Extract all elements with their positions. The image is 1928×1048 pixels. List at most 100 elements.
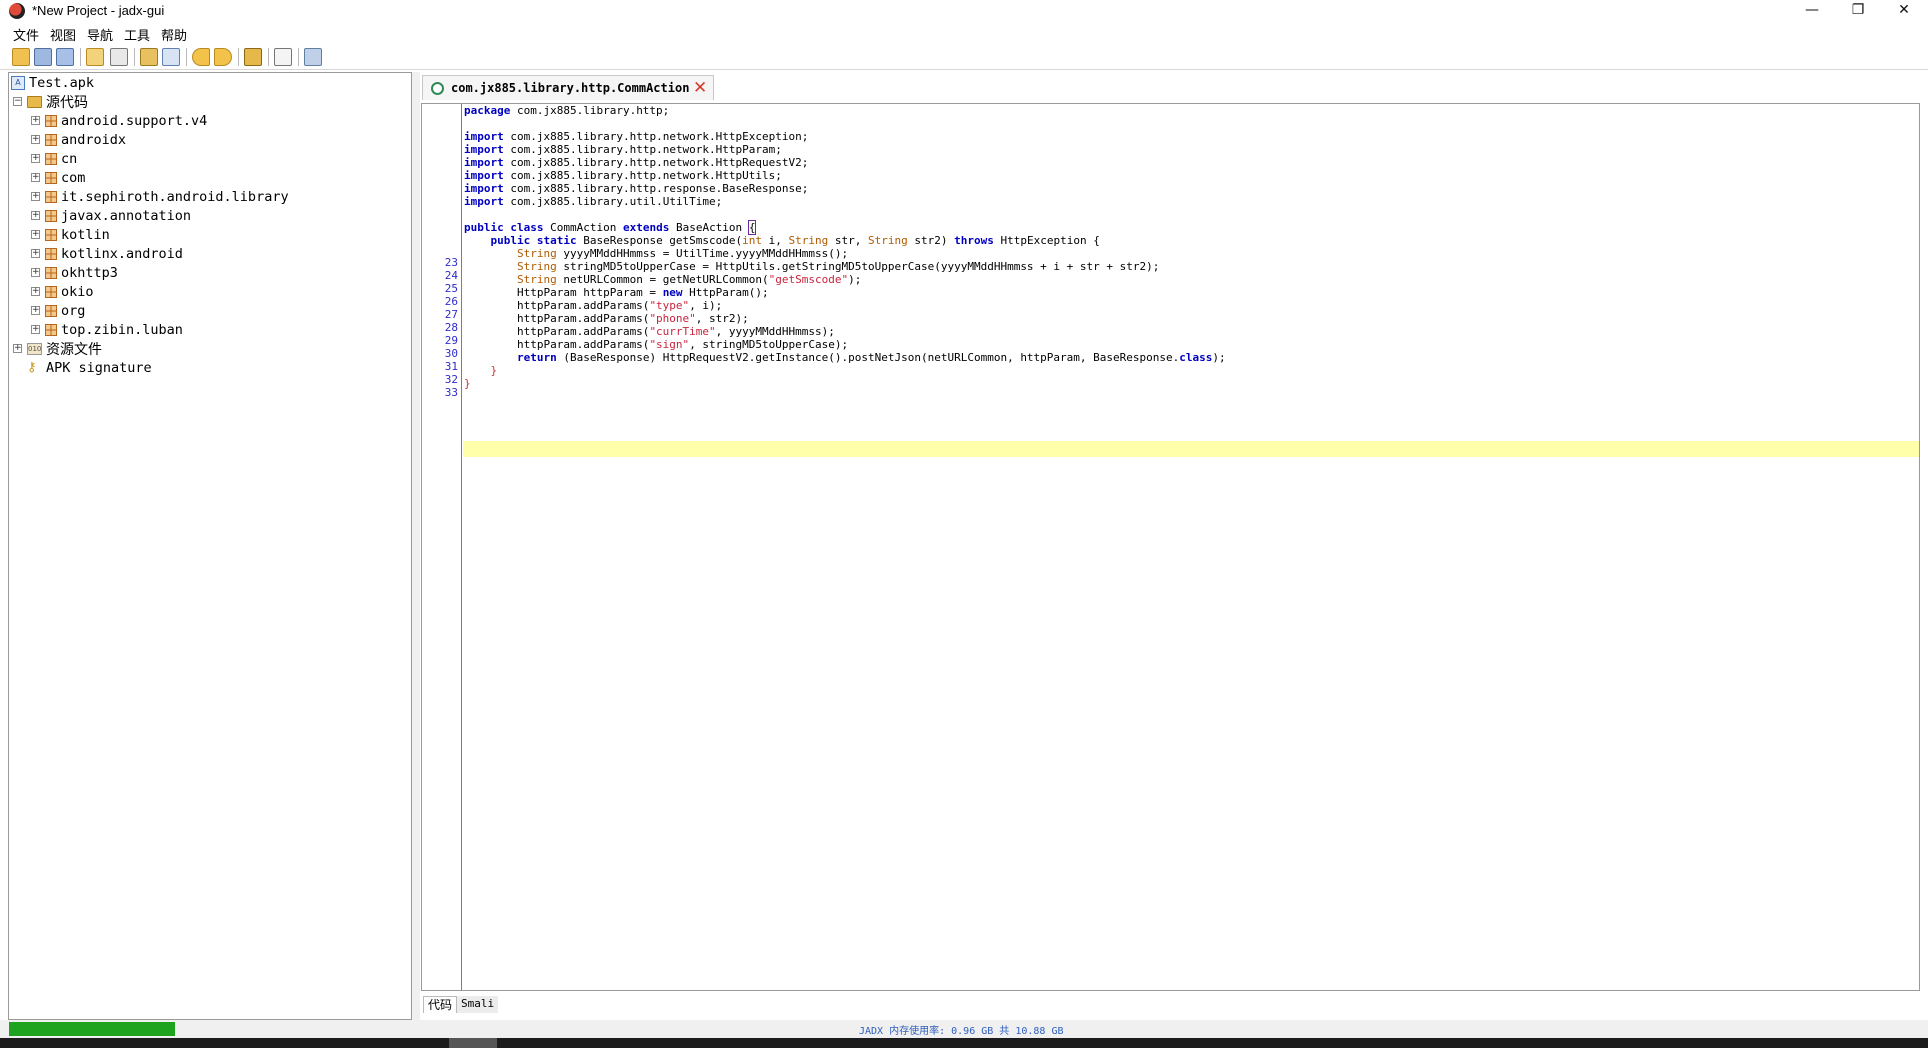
tree-item-package[interactable]: + okhttp3: [31, 263, 118, 282]
resources-icon: 010: [27, 342, 42, 355]
log-icon[interactable]: [274, 48, 292, 66]
close-window-button[interactable]: ✕: [1881, 0, 1927, 22]
toolbar-separator: [298, 48, 299, 66]
preferences-icon[interactable]: [304, 48, 322, 66]
menu-bar: 文件 视图 导航 工具 帮助: [0, 22, 1928, 44]
tab-title: com.jx885.library.http.CommAction: [451, 81, 690, 95]
minimize-button[interactable]: —: [1789, 0, 1835, 22]
current-line-highlight: [463, 441, 1919, 457]
menu-file[interactable]: 文件: [13, 25, 39, 44]
tab-smali[interactable]: Smali: [457, 996, 499, 1013]
expand-icon[interactable]: +: [31, 173, 40, 182]
expand-icon[interactable]: +: [31, 116, 40, 125]
expand-icon[interactable]: +: [13, 344, 22, 353]
expand-icon[interactable]: +: [31, 268, 40, 277]
expand-icon[interactable]: +: [31, 287, 40, 296]
expand-icon[interactable]: +: [31, 325, 40, 334]
menu-tools[interactable]: 工具: [124, 25, 150, 44]
taskbar-active-item[interactable]: [449, 1038, 497, 1048]
tree-item-package[interactable]: + okio: [31, 282, 94, 301]
menu-help[interactable]: 帮助: [161, 25, 187, 44]
os-taskbar: [0, 1038, 1928, 1048]
tree-item-label: cn: [61, 150, 78, 167]
tree-item-package[interactable]: + org: [31, 301, 85, 320]
code-line: }: [464, 377, 471, 390]
tree-item-label: APK signature: [46, 359, 152, 376]
tree-item-label: Test.apk: [29, 74, 95, 91]
package-icon: [45, 228, 57, 241]
forward-icon[interactable]: [214, 48, 232, 66]
expand-icon[interactable]: +: [31, 249, 40, 258]
tree-item-label: org: [61, 302, 86, 319]
find-icon[interactable]: [162, 48, 180, 66]
tree-item-resources[interactable]: + 010 资源文件: [13, 339, 102, 358]
editor-tab[interactable]: com.jx885.library.http.CommAction ✕: [422, 75, 714, 100]
tab-code[interactable]: 代码: [423, 996, 458, 1013]
add-files-icon[interactable]: [34, 48, 52, 66]
tree-item-package[interactable]: + kotlinx.android: [31, 244, 183, 263]
menu-navigate[interactable]: 导航: [87, 25, 113, 44]
save-all-icon[interactable]: [56, 48, 74, 66]
tree-item-signature[interactable]: ⚷ APK signature: [27, 358, 152, 377]
expand-icon[interactable]: +: [31, 211, 40, 220]
key-icon: ⚷: [27, 359, 37, 375]
close-tab-icon[interactable]: ✕: [693, 80, 707, 97]
tree-item-package[interactable]: + top.zibin.luban: [31, 320, 183, 339]
expand-icon[interactable]: +: [31, 135, 40, 144]
tree-item-root[interactable]: A Test.apk: [11, 73, 94, 92]
tree-item-package[interactable]: + android.support.v4: [31, 111, 207, 130]
tree-item-package[interactable]: + com: [31, 168, 85, 187]
expand-icon[interactable]: +: [31, 306, 40, 315]
tree-item-package[interactable]: + javax.annotation: [31, 206, 191, 225]
tree-item-label: okio: [61, 283, 94, 300]
package-icon: [45, 171, 57, 184]
decompile-icon[interactable]: [244, 48, 262, 66]
back-icon[interactable]: [192, 48, 210, 66]
tree-item-label: android.support.v4: [61, 112, 208, 129]
code-view-tabs: 代码 Smali: [421, 993, 621, 1015]
open-icon[interactable]: [12, 48, 30, 66]
tree-item-package[interactable]: + kotlin: [31, 225, 110, 244]
project-tree: A Test.apk − 源代码 + android.support.v4 + an…: [8, 72, 412, 1020]
tree-item-label: com: [61, 169, 86, 186]
code-editor[interactable]: 23 24 25 26 27 28 29 30 31 32 33 package…: [421, 103, 1920, 991]
line-number: 33: [444, 386, 458, 399]
progress-bar: [9, 1022, 175, 1036]
maximize-button[interactable]: ❐: [1835, 0, 1881, 22]
flatten-icon[interactable]: [110, 48, 128, 66]
tree-item-label: it.sephiroth.android.library: [61, 188, 289, 205]
tree-item-label: okhttp3: [61, 264, 118, 281]
toolbar-separator: [268, 48, 269, 66]
line-number: 27: [444, 308, 458, 321]
expand-icon[interactable]: +: [31, 230, 40, 239]
code-line-package: package com.jx885.library.http;: [464, 104, 670, 117]
search-icon[interactable]: [140, 48, 158, 66]
tree-item-package[interactable]: + cn: [31, 149, 77, 168]
code-line: return (BaseResponse) HttpRequestV2.getI…: [516, 351, 1226, 364]
package-icon: [45, 266, 57, 279]
toolbar-separator: [186, 48, 187, 66]
status-bar: JADX 内存使用率: 0.96 GB 共 10.88 GB: [0, 1020, 1928, 1038]
line-number: 30: [444, 347, 458, 360]
tree-item-source[interactable]: − 源代码: [13, 92, 88, 111]
package-icon: [45, 323, 57, 336]
tree-item-label: androidx: [61, 131, 127, 148]
code-line-import: import com.jx885.library.util.UtilTime;: [464, 195, 723, 208]
tree-item-label: kotlinx.android: [61, 245, 183, 262]
sync-icon[interactable]: [86, 48, 104, 66]
line-number: 29: [444, 334, 458, 347]
tree-item-package[interactable]: + androidx: [31, 130, 126, 149]
package-icon: [45, 209, 57, 222]
tree-item-label: 源代码: [46, 94, 88, 111]
package-icon: [45, 304, 57, 317]
collapse-icon[interactable]: −: [13, 97, 22, 106]
menu-view[interactable]: 视图: [50, 25, 76, 44]
line-number: 23: [444, 256, 458, 269]
expand-icon[interactable]: +: [31, 192, 40, 201]
tree-item-package[interactable]: + it.sephiroth.android.library: [31, 187, 289, 206]
expand-icon[interactable]: +: [31, 154, 40, 163]
panel-splitter[interactable]: [412, 72, 420, 1020]
memory-usage: JADX 内存使用率: 0.96 GB 共 10.88 GB: [859, 1026, 1064, 1037]
app-logo-icon: [9, 3, 25, 19]
tree-item-label: javax.annotation: [61, 207, 192, 224]
